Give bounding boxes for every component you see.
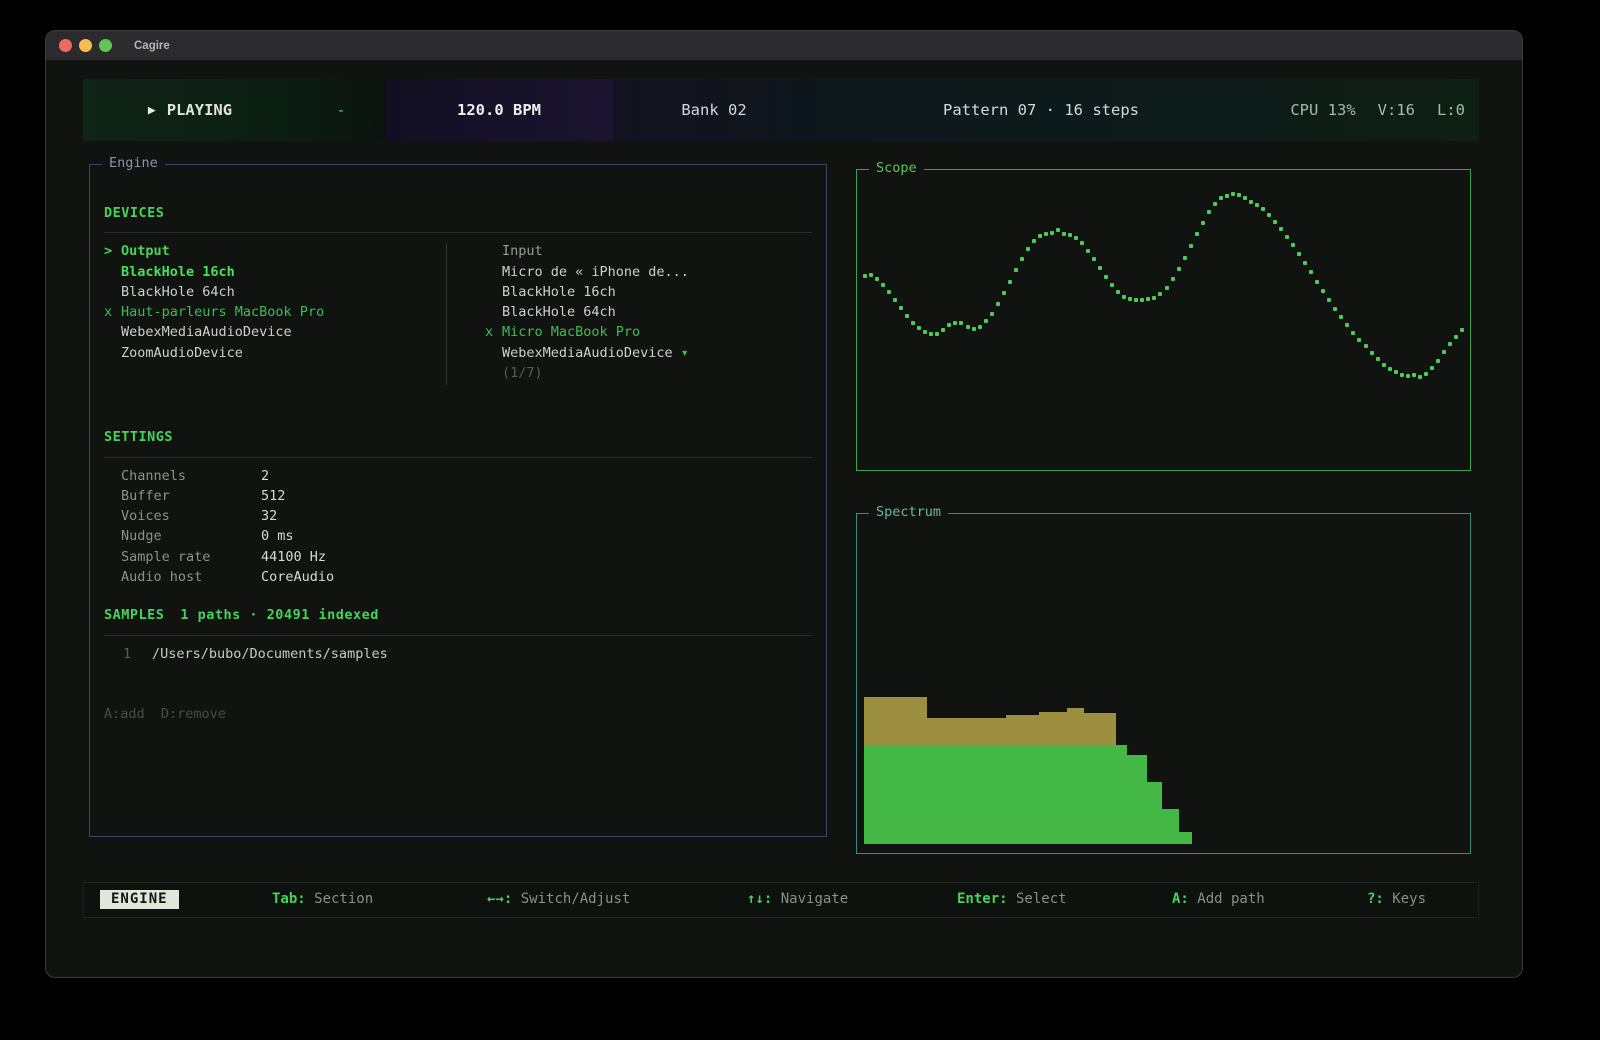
active-device-marker: x bbox=[485, 322, 502, 342]
samples-meta: 1 paths · 20491 indexed bbox=[180, 607, 378, 623]
scope-panel-title: Scope bbox=[869, 160, 924, 176]
section-divider bbox=[104, 635, 812, 636]
device-dropdown-icon: ▾ bbox=[681, 343, 689, 363]
sample-path-value: /Users/bubo/Documents/samples bbox=[152, 644, 388, 664]
output-device-row[interactable]: ZoomAudioDevice bbox=[104, 343, 443, 363]
scope-panel: Scope bbox=[856, 169, 1471, 471]
cpu-stat: CPU 13% bbox=[1290, 101, 1355, 119]
transport-state-label: PLAYING bbox=[167, 101, 232, 119]
output-device-row[interactable]: xHaut-parleurs MacBook Pro bbox=[104, 302, 443, 322]
hint-add-path: A: Add path bbox=[1172, 891, 1265, 907]
mode-badge: ENGINE bbox=[100, 890, 179, 909]
engine-stats: CPU 13% V:16 L:0 bbox=[1267, 79, 1479, 141]
output-device-row[interactable]: BlackHole 16ch bbox=[104, 262, 443, 282]
transport-status-bar: ▶ PLAYING - 120.0 BPM Bank 02 Pattern 07… bbox=[83, 79, 1479, 141]
latency-stat: L:0 bbox=[1437, 101, 1465, 119]
bank-display[interactable]: Bank 02 bbox=[613, 79, 815, 141]
app-window: Cagire ▶ PLAYING - 120.0 BPM Bank 02 Pat… bbox=[45, 30, 1523, 978]
sample-path-row[interactable]: 1 /Users/bubo/Documents/samples bbox=[104, 644, 812, 664]
input-device-list: Input Micro de « iPhone de... BlackHole … bbox=[485, 241, 812, 389]
devices-heading: DEVICES bbox=[104, 203, 812, 223]
pattern-display[interactable]: Pattern 07 · 16 steps bbox=[815, 79, 1267, 141]
cursor-icon: > bbox=[104, 241, 121, 261]
zoom-window-button[interactable] bbox=[99, 39, 112, 52]
engine-panel: Engine DEVICES >Output BlackHole 16ch Bl… bbox=[89, 164, 827, 837]
column-divider bbox=[446, 243, 447, 385]
spectrum-panel-title: Spectrum bbox=[869, 504, 948, 520]
input-device-row[interactable]: BlackHole 64ch bbox=[485, 302, 812, 322]
input-device-row[interactable]: xMicro MacBook Pro bbox=[485, 322, 812, 342]
spectrum-panel: Spectrum bbox=[856, 513, 1471, 854]
setting-row-voices[interactable]: Voices32 bbox=[104, 506, 812, 526]
setting-row-audio-host[interactable]: Audio hostCoreAudio bbox=[104, 567, 812, 587]
hint-section: Tab: Section bbox=[272, 891, 373, 907]
output-device-list: >Output BlackHole 16ch BlackHole 64ch xH… bbox=[104, 241, 443, 389]
play-icon: ▶ bbox=[148, 103, 156, 118]
window-title: Cagire bbox=[134, 40, 170, 52]
input-device-row[interactable]: Micro de « iPhone de... bbox=[485, 262, 812, 282]
setting-row-buffer[interactable]: Buffer512 bbox=[104, 486, 812, 506]
output-column-header[interactable]: >Output bbox=[104, 241, 443, 261]
footer-keybar: ENGINE Tab: Section ←→: Switch/Adjust ↑↓… bbox=[83, 882, 1479, 918]
input-device-counter: (1/7) bbox=[485, 363, 812, 383]
sample-path-index: 1 bbox=[123, 644, 152, 664]
active-device-marker: x bbox=[104, 302, 121, 322]
bank-value: Bank 02 bbox=[681, 101, 746, 119]
output-device-row[interactable]: BlackHole 64ch bbox=[104, 282, 443, 302]
samples-keys-hint: A:add D:remove bbox=[104, 704, 812, 724]
beat-tick: - bbox=[297, 79, 385, 141]
pattern-value: Pattern 07 · 16 steps bbox=[943, 101, 1139, 119]
section-divider bbox=[104, 232, 812, 233]
settings-list: Channels2 Buffer512 Voices32 Nudge0 ms S… bbox=[104, 466, 812, 588]
bpm-value: 120.0 BPM bbox=[457, 101, 541, 119]
hint-navigate: ↑↓: Navigate bbox=[747, 891, 848, 907]
setting-row-channels[interactable]: Channels2 bbox=[104, 466, 812, 486]
minimize-window-button[interactable] bbox=[79, 39, 92, 52]
setting-row-sample-rate[interactable]: Sample rate44100 Hz bbox=[104, 547, 812, 567]
setting-row-nudge[interactable]: Nudge0 ms bbox=[104, 526, 812, 546]
transport-status: ▶ PLAYING bbox=[83, 79, 297, 141]
bpm-display[interactable]: 120.0 BPM bbox=[385, 79, 613, 141]
input-device-row[interactable]: WebexMediaAudioDevice▾ bbox=[485, 343, 812, 363]
window-titlebar[interactable]: Cagire bbox=[46, 31, 1522, 61]
settings-heading: SETTINGS bbox=[104, 427, 812, 447]
output-device-row[interactable]: WebexMediaAudioDevice bbox=[104, 322, 443, 342]
spectrum-bars bbox=[861, 526, 1462, 844]
samples-heading: SAMPLES1 paths · 20491 indexed bbox=[104, 605, 812, 625]
hint-select: Enter: Select bbox=[957, 891, 1067, 907]
hint-switch-adjust: ←→: Switch/Adjust bbox=[487, 891, 630, 907]
scope-waveform bbox=[863, 182, 1464, 462]
voices-stat: V:16 bbox=[1378, 101, 1415, 119]
device-columns: >Output BlackHole 16ch BlackHole 64ch xH… bbox=[104, 241, 812, 389]
section-divider bbox=[104, 457, 812, 458]
hint-keys: ?: Keys bbox=[1367, 891, 1426, 907]
input-device-row[interactable]: BlackHole 16ch bbox=[485, 282, 812, 302]
input-column-header[interactable]: Input bbox=[485, 241, 812, 261]
close-window-button[interactable] bbox=[59, 39, 72, 52]
